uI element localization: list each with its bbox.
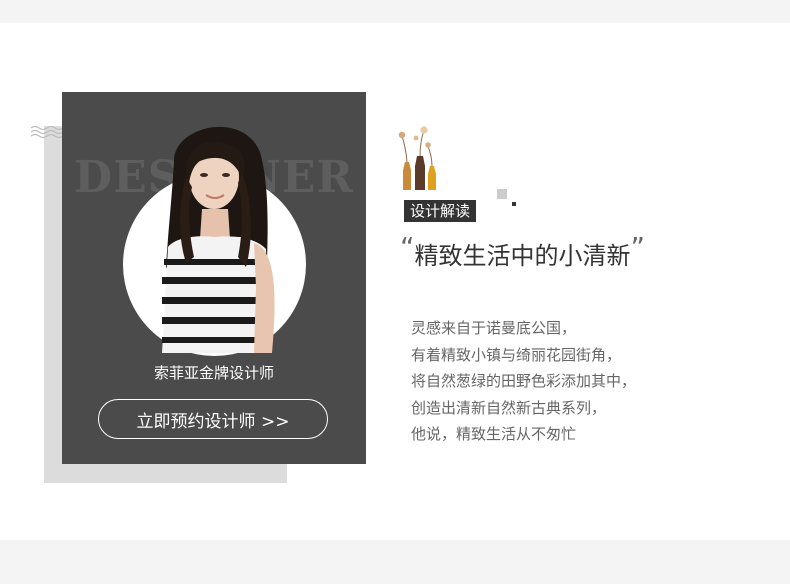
vase-flower-icon <box>398 126 436 190</box>
open-quote: “ <box>400 231 415 264</box>
decor-square-dark <box>512 202 516 206</box>
decor-square-light <box>497 189 507 199</box>
feature-headline: “精致生活中的小清新” <box>400 234 645 271</box>
designer-photo <box>162 126 275 353</box>
description-line: 创造出清新自然新古典系列， <box>411 398 607 417</box>
design-interpretation-tag: 设计解读 <box>404 200 477 222</box>
description-line: 灵感来自于诺曼底公国， <box>411 319 577 337</box>
description-line: 有着精致小镇与绮丽花园街角， <box>411 345 622 364</box>
close-quote: ” <box>630 231 646 264</box>
feature-description: 灵感来自于诺曼底公国， 有着精致小镇与绮丽花园街角， 将自然葱绿的田野色彩添加其… <box>411 315 636 448</box>
description-line: 将自然葱绿的田野色彩添加其中， <box>411 372 637 390</box>
bottom-band <box>0 540 790 584</box>
headline-text: 精致生活中的小清新 <box>414 242 631 270</box>
designer-title: 索菲亚金牌设计师 <box>153 364 274 382</box>
book-designer-button[interactable]: 立即预约设计师 >> <box>98 399 328 439</box>
description-line: 他说，精致生活从不匆忙 <box>411 425 577 443</box>
designer-card: DESIGNER 索菲亚金牌设计师 立即预约设计师 >> <box>62 92 366 464</box>
top-band <box>0 0 790 23</box>
